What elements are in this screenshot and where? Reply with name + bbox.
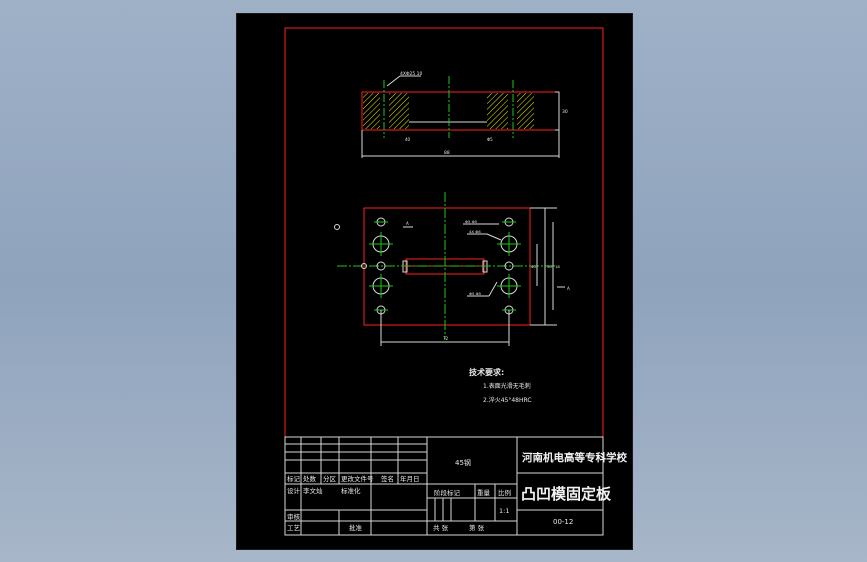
sheet-number: 第 张 xyxy=(469,523,485,532)
review-label: 审核 xyxy=(287,512,301,521)
plan-dim-length-label: 72 xyxy=(443,336,449,341)
sheets-total: 共 张 xyxy=(433,523,449,532)
hole-tr xyxy=(497,232,521,256)
plan-callout-2: 4X Φ8 xyxy=(469,229,481,234)
callout-leader xyxy=(386,75,401,87)
part-name: 凸凹模固定板 xyxy=(521,485,612,503)
plan-dim-side1-label: 50 xyxy=(547,264,552,269)
hole-br xyxy=(497,274,521,298)
hdr-count: 处数 xyxy=(303,474,317,483)
school-name: 河南机电高等专科学校 xyxy=(522,451,627,464)
process-label: 工艺 xyxy=(287,524,301,532)
tech-notes-title: 技术要求: xyxy=(469,367,504,377)
title-block: 45钢 河南机电高等专科学校 凸凹模固定板 00-12 标记 处数 分区 更改文… xyxy=(284,436,627,536)
weight-label: 重量 xyxy=(477,489,491,497)
hdr-zone: 分区 xyxy=(323,474,337,483)
plan-dim-side3-label: 18 xyxy=(555,264,560,269)
hatch-left-outer xyxy=(363,93,380,129)
hatch-left-inner xyxy=(389,93,409,129)
hatch-right-outer xyxy=(517,93,534,129)
drawing-number: 00-12 xyxy=(553,518,573,526)
tech-note-2: 2.淬火45°48HRC xyxy=(483,396,532,404)
width-dim: 88 xyxy=(444,150,450,156)
plan-dim-side2-label: 40 xyxy=(531,264,536,269)
plan-view: A A Φ5 Φ5 4X Φ8 Φ5 Φ5 50 40 18 72 xyxy=(334,192,570,346)
hdr-date: 年月日 xyxy=(400,474,420,483)
section-view: 4XΦ25 10 30 88 40 Φ5 xyxy=(361,71,568,158)
approve-label: 批准 xyxy=(349,523,363,532)
section-mark-right: A xyxy=(567,286,570,291)
hole-bl xyxy=(369,274,393,298)
drawing-canvas[interactable]: 4XΦ25 10 30 88 40 Φ5 A A Φ5 Φ5 4X Φ8 Φ5 … xyxy=(237,14,632,549)
scale-label: 比例 xyxy=(498,488,511,497)
designer: 李文灿 xyxy=(303,486,323,495)
plan-callout-1: Φ5 Φ5 xyxy=(465,219,478,224)
hatch-right-inner xyxy=(487,93,508,129)
plan-callout-3: Φ5 Φ5 xyxy=(469,291,482,296)
standard-label: 标准化 xyxy=(341,486,361,495)
hdr-change-doc: 更改文件号 xyxy=(341,474,374,483)
section-callout: 4XΦ25 10 xyxy=(400,71,423,77)
material: 45钢 xyxy=(455,458,471,467)
drawing-viewport[interactable]: 4XΦ25 10 30 88 40 Φ5 A A Φ5 Φ5 4X Φ8 Φ5 … xyxy=(236,13,633,550)
section-mark-top: A xyxy=(406,221,409,226)
hole-label-right: Φ5 xyxy=(487,137,493,142)
technical-notes: 技术要求: 1.表面光滑无毛刺 2.淬火45°48HRC xyxy=(469,367,532,404)
hole-tl xyxy=(369,232,393,256)
tech-note-1: 1.表面光滑无毛刺 xyxy=(483,382,531,390)
stage-label: 阶段标记 xyxy=(434,488,461,497)
hole-label-left: 40 xyxy=(405,137,411,142)
hdr-mark: 标记 xyxy=(287,474,301,483)
hdr-sign: 签名 xyxy=(381,474,394,483)
design-label: 设计 xyxy=(287,486,301,495)
scale-value: 1:1 xyxy=(499,507,509,515)
height-dim: 30 xyxy=(562,109,568,115)
